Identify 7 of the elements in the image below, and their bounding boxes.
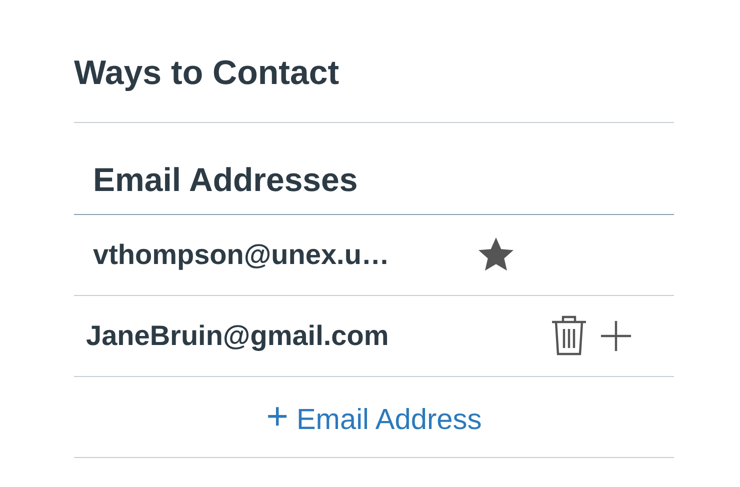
section-title: Ways to Contact bbox=[74, 53, 340, 94]
plus-icon[interactable] bbox=[600, 320, 632, 352]
trash-icon[interactable] bbox=[550, 315, 588, 357]
email-address: vthompson@unex.u… bbox=[93, 239, 390, 271]
email-address: JaneBruin@gmail.com bbox=[86, 320, 390, 352]
group-heading: Email Addresses bbox=[92, 160, 359, 200]
add-email-link[interactable]: + Email Address bbox=[266, 396, 482, 438]
